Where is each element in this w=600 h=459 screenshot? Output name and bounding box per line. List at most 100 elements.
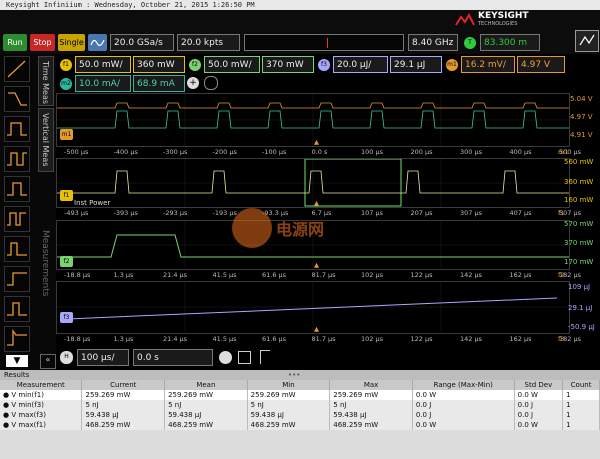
results-column-header[interactable]: Current	[81, 380, 166, 390]
axis-tick-label: 200 µs	[410, 148, 433, 156]
m1-offset-field[interactable]: 4.97 V	[517, 56, 565, 73]
single-button[interactable]: Single	[58, 34, 85, 51]
axis-tick-label: -18.8 µs	[64, 271, 91, 279]
time-scale-field[interactable]: 100 µs/	[77, 349, 129, 366]
bandwidth-field[interactable]: 8.40 GHz	[408, 34, 458, 51]
results-cell: 259.269 mW	[329, 390, 413, 400]
measure-period-icon[interactable]	[4, 146, 30, 172]
results-cell: 259.269 mW	[164, 390, 248, 400]
axis-tick-label: -293 µs	[163, 209, 188, 217]
tab-vertical-meas[interactable]: Vertical Meas	[38, 108, 54, 172]
p1-top-label: 5.04 V	[570, 95, 593, 103]
f1-offset-field[interactable]: 360 mW	[133, 56, 185, 73]
collapse-icon[interactable]: «	[40, 354, 56, 369]
results-cell: 468.259 mW	[329, 420, 413, 430]
f1-trace-chip: f1	[60, 190, 73, 201]
axis-tick-label: 102 µs	[361, 335, 383, 343]
scroll-down-button[interactable]: ▼	[6, 355, 28, 367]
results-column-header[interactable]: Max	[329, 380, 413, 390]
trigger-marker	[327, 38, 328, 48]
results-column-header[interactable]: Count	[562, 380, 600, 390]
waveform-panel-4[interactable]	[56, 281, 570, 334]
f2-offset-field[interactable]: 370 mW	[262, 56, 314, 73]
results-row[interactable]: ● V max(f3) 59.438 µJ 59.438 µJ 59.438 µJ 59…	[0, 410, 600, 420]
results-cell: 5 nJ	[329, 400, 413, 410]
p2-top-label: 560 mW	[564, 158, 594, 166]
measure-fall-icon[interactable]	[4, 86, 30, 112]
p1-mid-label: 4.97 V	[570, 113, 593, 121]
marker-icon[interactable]	[260, 350, 270, 364]
f1-scale-field[interactable]: 50.0 mW/	[75, 56, 131, 73]
results-column-header[interactable]: Min	[247, 380, 331, 390]
run-button[interactable]: Run	[3, 34, 27, 51]
results-cell: 1	[562, 410, 600, 420]
f3-offset-field[interactable]: 29.1 µJ	[390, 56, 442, 73]
f2-scale-field[interactable]: 50.0 mW/	[204, 56, 260, 73]
measure-freq-icon[interactable]	[4, 236, 30, 262]
results-cell: 0.0 J	[514, 400, 564, 410]
add-function-button[interactable]: +	[187, 77, 199, 89]
measure-overshoot-icon[interactable]	[4, 326, 30, 352]
results-row[interactable]: ● V max(f1) 468.259 mW 468.259 mW 468.259 m…	[0, 420, 600, 430]
results-cell: 0.0 W	[412, 420, 515, 430]
trigger-position-bar[interactable]	[244, 34, 404, 51]
memory-depth-field[interactable]: 20.0 kpts	[177, 34, 240, 51]
results-row[interactable]: ● V min(f3) 5 nJ 5 nJ 5 nJ 5 nJ 0.0 J 0.0 J1	[0, 400, 600, 410]
measure-delay-icon[interactable]	[4, 266, 30, 292]
results-cell: 0.0 W	[514, 420, 564, 430]
results-column-header[interactable]: Mean	[164, 380, 248, 390]
results-cell: 5 nJ	[164, 400, 248, 410]
results-column-header[interactable]: Std Dev	[514, 380, 564, 390]
m2-offset-field[interactable]: 68.9 mA	[133, 75, 185, 92]
sample-rate-field[interactable]: 20.0 GSa/s	[110, 34, 174, 51]
zoom-box[interactable]	[304, 158, 402, 207]
measure-phase-icon[interactable]	[4, 296, 30, 322]
measure-rise-icon[interactable]	[4, 56, 30, 82]
axis-tag: f1	[558, 209, 565, 217]
trigger-reference-icon: ▲	[314, 325, 319, 333]
m1-scale-field[interactable]: 16.2 mV/	[461, 56, 515, 73]
autoscale-button[interactable]	[88, 34, 107, 51]
measure-width-icon[interactable]	[4, 176, 30, 202]
axis-tick-label: -18.8 µs	[64, 335, 91, 343]
waveform-panel-2[interactable]	[56, 158, 570, 208]
touch-icon	[579, 34, 595, 46]
measure-duty-icon[interactable]	[4, 206, 30, 232]
results-column-header[interactable]: Measurement	[0, 380, 83, 390]
f2-chip: f2	[189, 59, 201, 71]
p3-time-axis: -18.8 µs 1.3 µs 21.4 µs 41.5 µs 61.6 µs 81.7 …	[56, 261, 581, 281]
axis-tick-label: 81.7 µs	[311, 335, 336, 343]
axis-tick-label: 102 µs	[361, 271, 383, 279]
grid-icon[interactable]	[238, 351, 251, 364]
axis-tick-label: 307 µs	[460, 209, 482, 217]
axis-tick-label: 162 µs	[509, 271, 532, 279]
results-header: Results •••	[0, 370, 600, 380]
trigger-level-field[interactable]: 83.300 m	[480, 34, 540, 51]
touch-toggle-button[interactable]	[575, 30, 599, 52]
results-cell: 1	[562, 420, 600, 430]
waveform-panel-1[interactable]	[56, 93, 570, 147]
time-position-field[interactable]: 0.0 s	[133, 349, 213, 366]
results-cell: ● V min(f1)	[0, 390, 83, 400]
keysight-logo-icon	[455, 13, 475, 26]
panel1-traces	[57, 94, 569, 146]
color-wheel-icon[interactable]	[204, 76, 218, 90]
trigger-reference-icon: ▲	[314, 199, 319, 207]
toolbar: Run Stop Single 20.0 GSa/s 20.0 kpts 8.4…	[0, 10, 600, 54]
results-row[interactable]: ● V min(f1) 259.269 mW 259.269 mW 259.269 m…	[0, 390, 600, 400]
results-cell: 59.438 µJ	[247, 410, 331, 420]
results-table: Measurement Current Mean Min Max Range (Max-M…	[0, 380, 600, 430]
axis-tick-label: -100 µs	[262, 148, 287, 156]
m2-scale-field[interactable]: 10.0 mA/	[75, 75, 131, 92]
axis-tick-label: 142 µs	[460, 335, 482, 343]
results-column-header[interactable]: Range (Max-Min)	[412, 380, 515, 390]
drag-handle-icon[interactable]: •••	[288, 370, 300, 380]
tab-time-meas[interactable]: Time Meas	[38, 56, 54, 106]
measure-pulse-icon[interactable]	[4, 116, 30, 142]
p1-bot-label: 4.91 V	[570, 131, 593, 139]
f3-scale-field[interactable]: 20.0 µJ/	[333, 56, 388, 73]
axis-tag: f2	[558, 271, 565, 279]
window-title: Keysight Infiniium : Wednesday, October …	[0, 0, 600, 10]
zoom-icon[interactable]	[219, 351, 232, 364]
stop-button[interactable]: Stop	[30, 34, 55, 51]
